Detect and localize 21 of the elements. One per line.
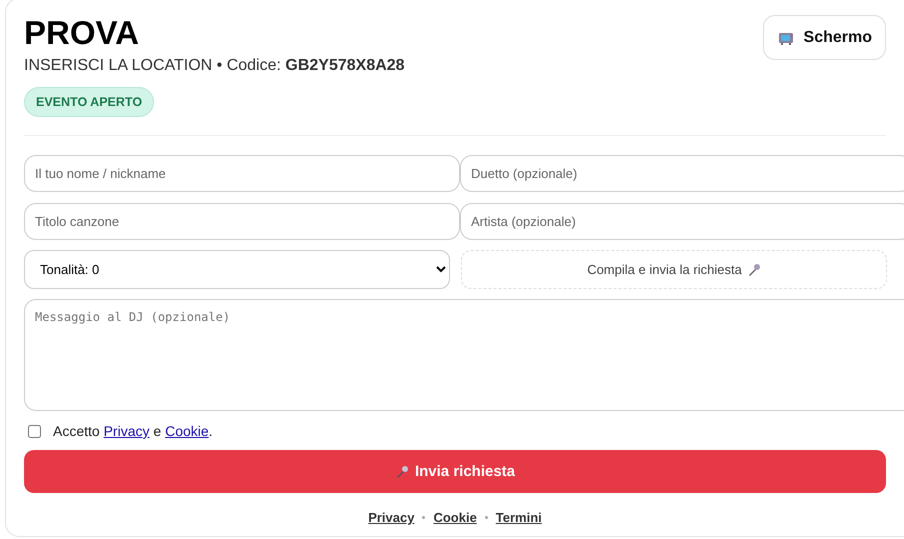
text-input[interactable]: Artista (opzionale): [460, 203, 904, 240]
status-badge: EVENTO APERTO: [24, 87, 154, 117]
microphone-icon: [394, 464, 409, 478]
privacy-link[interactable]: Privacy: [104, 423, 150, 439]
page-title: PROVA: [24, 16, 140, 50]
cookie-link[interactable]: Cookie: [165, 423, 209, 439]
consent-text: Accetto Privacy e Cookie.: [53, 423, 213, 439]
text-input[interactable]: Duetto (opzionale): [460, 155, 904, 192]
footer-link[interactable]: Cookie: [433, 510, 477, 525]
key-select[interactable]: Tonalità: 0: [24, 250, 450, 289]
microphone-icon: [746, 262, 761, 276]
footer-link[interactable]: Termini: [496, 510, 542, 525]
consent-checkbox[interactable]: [28, 424, 41, 438]
hint-text: Compila e invia la richiesta: [587, 262, 742, 277]
text-input[interactable]: Titolo canzone: [24, 203, 460, 240]
event-subtitle: INSERISCI LA LOCATION • Codice: GB2Y578X8A28: [24, 57, 405, 75]
screen-button[interactable]: Schermo: [762, 15, 886, 60]
submit-button[interactable]: Invia richiesta: [24, 450, 886, 493]
text-input[interactable]: Il tuo nome / nickname: [24, 155, 460, 192]
footer-link[interactable]: Privacy: [368, 510, 414, 525]
message-textarea[interactable]: Messaggio al DJ (opzionale): [24, 299, 904, 411]
